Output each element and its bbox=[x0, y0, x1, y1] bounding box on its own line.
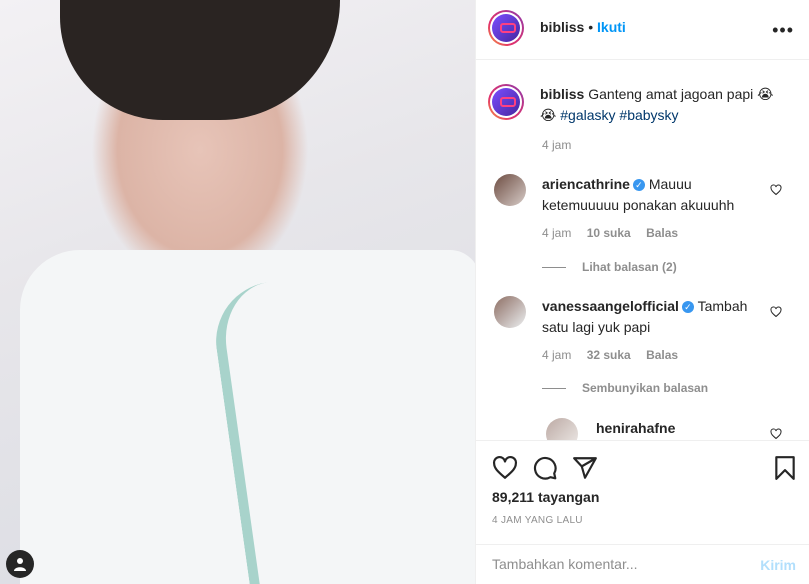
comment-time[interactable]: 4 jam bbox=[542, 226, 571, 240]
caption-avatar[interactable] bbox=[488, 84, 524, 120]
post-video[interactable] bbox=[0, 0, 475, 584]
caption-emoji: 😭 bbox=[540, 107, 557, 123]
caption-text: Ganteng amat jagoan papi 😭 bbox=[588, 86, 774, 102]
hashtag-galasky[interactable]: #galasky bbox=[560, 107, 615, 123]
comment-text-continued: satu lagi yuk papi bbox=[542, 319, 651, 335]
commenter-avatar[interactable] bbox=[494, 174, 526, 206]
comment-meta: 4 jam 10 suka Balas bbox=[542, 226, 678, 240]
reply: henirahafne bbox=[596, 418, 675, 439]
comments-list[interactable]: bibliss Ganteng amat jagoan papi 😭 😭 #ga… bbox=[476, 60, 809, 440]
view-replies-label[interactable]: Lihat balasan (2) bbox=[582, 260, 677, 274]
share-icon[interactable] bbox=[572, 455, 598, 481]
author-avatar[interactable] bbox=[488, 10, 524, 46]
author-username[interactable]: bibliss bbox=[540, 19, 584, 35]
comment-likes[interactable]: 32 suka bbox=[587, 348, 631, 362]
comment-text: Tambah bbox=[697, 298, 748, 314]
comment-text: Mauuu bbox=[648, 176, 692, 192]
post-actions: 89,211 tayangan 4 JAM YANG LALU bbox=[476, 440, 809, 545]
hide-replies-label[interactable]: Sembunyikan balasan bbox=[582, 381, 708, 395]
caption-username[interactable]: bibliss bbox=[540, 86, 584, 102]
bookmark-icon[interactable] bbox=[772, 455, 798, 481]
comment-like-heart-icon[interactable] bbox=[770, 184, 782, 196]
verified-badge-icon: ✓ bbox=[681, 301, 694, 314]
hide-replies-toggle[interactable]: Sembunyikan balasan bbox=[542, 381, 708, 395]
follow-button[interactable]: Ikuti bbox=[597, 19, 626, 35]
comment: vanessaangelofficial ✓ Tambah satu lagi y… bbox=[542, 296, 762, 338]
caption-time[interactable]: 4 jam bbox=[542, 138, 571, 152]
comment-likes[interactable]: 10 suka bbox=[587, 226, 631, 240]
view-replies-toggle[interactable]: Lihat balasan (2) bbox=[542, 260, 677, 274]
replies-line bbox=[542, 267, 566, 269]
post-header: bibliss • Ikuti ••• bbox=[476, 0, 809, 60]
user-tag-icon[interactable] bbox=[6, 550, 34, 578]
send-comment-button[interactable]: Kirim bbox=[760, 557, 796, 573]
reply-avatar[interactable] bbox=[546, 418, 578, 440]
hashtag-babysky[interactable]: #babysky bbox=[619, 107, 678, 123]
caption: bibliss Ganteng amat jagoan papi 😭 😭 #ga… bbox=[540, 84, 790, 126]
verified-badge-icon: ✓ bbox=[632, 179, 645, 192]
comment-meta: 4 jam 32 suka Balas bbox=[542, 348, 678, 362]
comment-text-continued: ketemuuuuu ponakan akuuuhh bbox=[542, 197, 735, 213]
replies-line bbox=[542, 388, 566, 390]
comment-username[interactable]: ariencathrine bbox=[542, 176, 630, 192]
reply-username[interactable]: henirahafne bbox=[596, 420, 675, 436]
comment-time[interactable]: 4 jam bbox=[542, 348, 571, 362]
commenter-avatar[interactable] bbox=[494, 296, 526, 328]
reply-button[interactable]: Balas bbox=[646, 348, 678, 362]
comment-input[interactable] bbox=[492, 556, 742, 572]
comment-icon[interactable] bbox=[532, 455, 558, 481]
add-comment-bar: Kirim bbox=[476, 544, 809, 584]
post-timestamp[interactable]: 4 JAM YANG LALU bbox=[492, 515, 583, 526]
comment: ariencathrine ✓ Mauuu ketemuuuuu ponakan … bbox=[542, 174, 762, 216]
post-panel: bibliss • Ikuti ••• bibliss Ganteng amat… bbox=[475, 0, 809, 584]
more-dots-icon[interactable]: ••• bbox=[772, 20, 794, 41]
comment-like-heart-icon[interactable] bbox=[770, 428, 782, 440]
heart-icon[interactable] bbox=[492, 455, 518, 481]
comment-username[interactable]: vanessaangelofficial bbox=[542, 298, 679, 314]
view-count[interactable]: 89,211 tayangan bbox=[492, 489, 599, 505]
separator-dot: • bbox=[588, 19, 598, 35]
reply-button[interactable]: Balas bbox=[646, 226, 678, 240]
baby-hair bbox=[60, 0, 340, 120]
comment-like-heart-icon[interactable] bbox=[770, 306, 782, 318]
